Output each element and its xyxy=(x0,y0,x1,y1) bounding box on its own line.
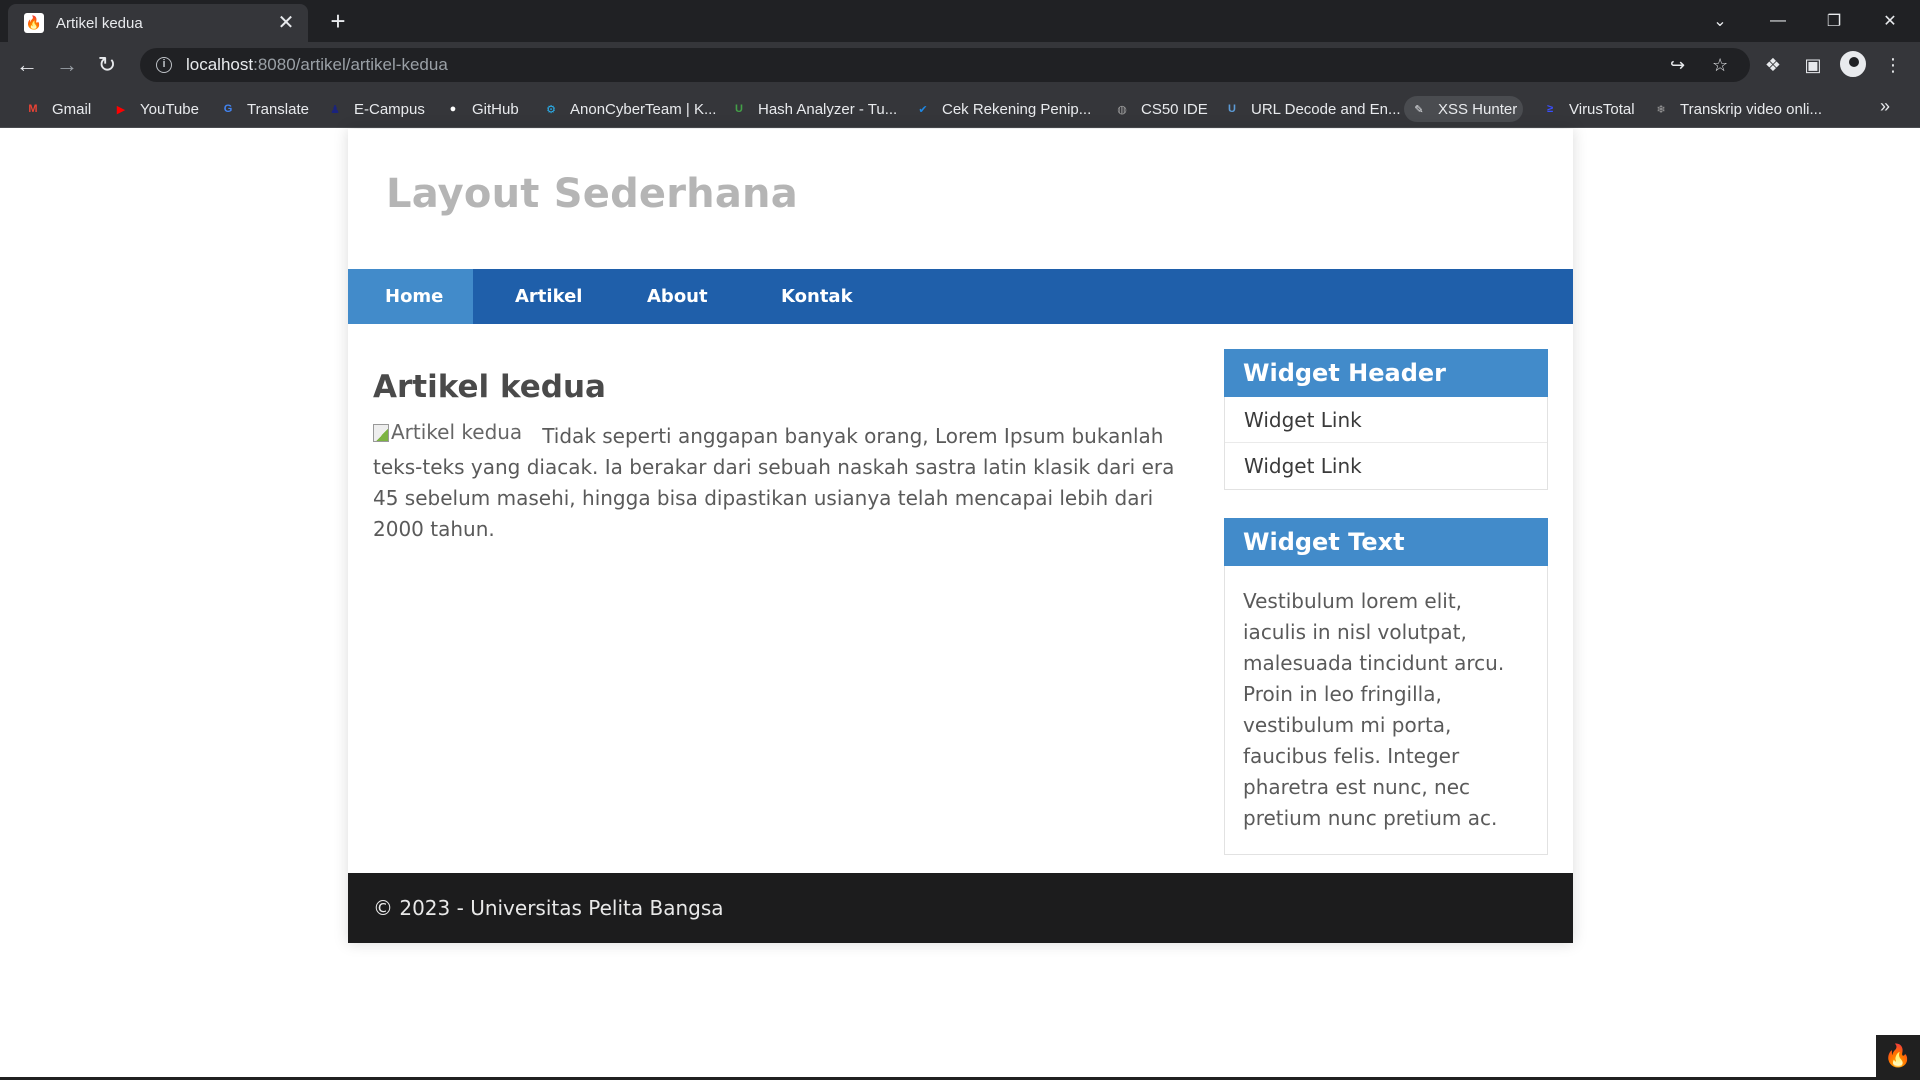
minimize-button[interactable]: — xyxy=(1750,0,1806,42)
bookmark-label: Hash Analyzer - Tu... xyxy=(758,100,898,118)
bookmark-label: Cek Rekening Penip... xyxy=(942,100,1092,118)
bookmark-virustotal[interactable]: ≥ VirusTotal xyxy=(1535,96,1641,122)
bookmark-label: Gmail xyxy=(52,100,92,118)
address-bar[interactable]: i localhost:8080/artikel/artikel-kedua ↪… xyxy=(140,48,1750,82)
broken-image-icon xyxy=(373,423,389,442)
bookmark-label: GitHub xyxy=(472,100,519,118)
main-nav: Home Artikel About Kontak xyxy=(348,269,1573,324)
menu-kebab-icon[interactable]: ⋮ xyxy=(1880,52,1906,78)
page-viewport: Layout Sederhana Home Artikel About Kont… xyxy=(0,129,1920,1080)
forward-button[interactable]: → xyxy=(52,50,82,80)
browser-tab[interactable]: 🔥 Artikel kedua ✕ xyxy=(8,4,308,42)
bookmark-gmail[interactable]: M Gmail xyxy=(18,96,97,122)
bookmarks-bar: M Gmail ▶ YouTube G Translate ♟ E-Campus ● GitHub… xyxy=(0,88,1920,128)
url-host: localhost xyxy=(186,55,254,74)
cs50-icon: ◍ xyxy=(1117,103,1127,116)
profile-avatar[interactable] xyxy=(1840,51,1866,77)
ecampus-icon: ♟ xyxy=(330,103,340,116)
new-tab-button[interactable]: + xyxy=(322,6,354,38)
hash-analyzer-icon: U xyxy=(735,103,743,115)
bookmark-label: XSS Hunter xyxy=(1438,100,1518,118)
widget-text: Widget Text Vestibulum lorem elit, iacul… xyxy=(1224,518,1548,855)
tab-title: Artikel kedua xyxy=(56,14,143,32)
reload-button[interactable]: ↻ xyxy=(92,50,122,80)
nav-kontak[interactable]: Kontak xyxy=(749,269,889,324)
youtube-icon: ▶ xyxy=(116,103,126,116)
browser-toolbar: ← → ↻ i localhost:8080/artikel/artikel-k… xyxy=(0,42,1920,88)
side-panel-icon[interactable]: ▣ xyxy=(1800,52,1826,78)
close-tab-button[interactable]: ✕ xyxy=(274,13,298,33)
bookmark-transkrip[interactable]: ❄ Transkrip video onli... xyxy=(1646,96,1828,122)
site-info-icon[interactable]: i xyxy=(156,57,172,73)
github-icon: ● xyxy=(449,103,457,115)
bookmark-star-icon[interactable]: ☆ xyxy=(1712,55,1728,76)
url-text[interactable]: localhost:8080/artikel/artikel-kedua xyxy=(186,55,448,75)
article-section: Artikel kedua Artikel kedua Tidak sepert… xyxy=(373,349,1183,545)
widget-link[interactable]: Widget Link xyxy=(1225,443,1547,489)
widget-links: Widget Header Widget Link Widget Link xyxy=(1224,349,1548,490)
site-footer: © 2023 - Universitas Pelita Bangsa xyxy=(348,873,1573,943)
close-window-button[interactable]: ✕ xyxy=(1862,0,1918,42)
tab-strip: 🔥 Artikel kedua ✕ + ⌄ — ❐ ✕ xyxy=(0,0,1920,42)
site-header: Layout Sederhana xyxy=(348,129,1573,269)
tab-search-chevron-icon[interactable]: ⌄ xyxy=(1692,0,1748,42)
extensions-puzzle-icon[interactable]: ❖ xyxy=(1760,52,1786,78)
anoncyberteam-icon: ⚙ xyxy=(546,103,556,116)
article-image: Artikel kedua xyxy=(373,417,522,448)
cek-rekening-icon: ✔ xyxy=(918,103,928,116)
widget-text-body: Vestibulum lorem elit, iaculis in nisl v… xyxy=(1243,589,1505,830)
bookmark-url-decode[interactable]: U URL Decode and En... xyxy=(1217,96,1407,122)
bookmark-github[interactable]: ● GitHub xyxy=(438,96,525,122)
url-decode-icon: U xyxy=(1228,103,1236,115)
nav-about[interactable]: About xyxy=(615,269,749,324)
article-body: Artikel kedua Tidak seperti anggapan ban… xyxy=(373,420,1183,545)
widget-link[interactable]: Widget Link xyxy=(1225,397,1547,443)
translate-icon: G xyxy=(223,103,233,115)
bookmark-xss-hunter[interactable]: ✎ XSS Hunter xyxy=(1404,96,1524,122)
bookmark-youtube[interactable]: ▶ YouTube xyxy=(106,96,205,122)
bookmark-cs50[interactable]: ◍ CS50 IDE xyxy=(1107,96,1214,122)
bookmark-label: Translate xyxy=(247,100,309,118)
site-title: Layout Sederhana xyxy=(386,171,798,217)
codeigniter-debug-toolbar-icon[interactable]: 🔥 xyxy=(1876,1035,1920,1077)
bookmark-label: VirusTotal xyxy=(1569,100,1635,118)
nav-home[interactable]: Home xyxy=(348,269,473,324)
nav-artikel[interactable]: Artikel xyxy=(473,269,615,324)
restore-button[interactable]: ❐ xyxy=(1806,0,1862,42)
url-path: :8080/artikel/artikel-kedua xyxy=(253,55,448,74)
article-title: Artikel kedua xyxy=(373,369,606,405)
widget-header-title: Widget Header xyxy=(1224,349,1548,397)
bookmark-label: AnonCyberTeam | K... xyxy=(570,100,717,118)
bookmark-label: CS50 IDE xyxy=(1141,100,1208,118)
article-image-alt: Artikel kedua xyxy=(391,420,523,444)
page-container: Layout Sederhana Home Artikel About Kont… xyxy=(348,129,1573,943)
bookmark-label: YouTube xyxy=(140,100,199,118)
widget-text-title: Widget Text xyxy=(1224,518,1548,566)
bookmark-label: Transkrip video onli... xyxy=(1680,100,1823,118)
codeigniter-flame-icon: 🔥 xyxy=(24,13,44,33)
bookmark-translate[interactable]: G Translate xyxy=(213,96,315,122)
sidebar: Widget Header Widget Link Widget Link Wi… xyxy=(1224,349,1548,883)
xss-hunter-icon: ✎ xyxy=(1414,103,1424,116)
virustotal-icon: ≥ xyxy=(1546,103,1554,115)
gmail-icon: M xyxy=(28,103,38,115)
more-bookmarks-chevron-icon[interactable]: » xyxy=(1880,96,1890,117)
bookmark-cek-rekening[interactable]: ✔ Cek Rekening Penip... xyxy=(908,96,1097,122)
bookmark-label: E-Campus xyxy=(354,100,425,118)
bookmark-label: URL Decode and En... xyxy=(1251,100,1401,118)
bookmark-hash-analyzer[interactable]: U Hash Analyzer - Tu... xyxy=(724,96,903,122)
bookmark-anoncyberteam[interactable]: ⚙ AnonCyberTeam | K... xyxy=(536,96,722,122)
back-button[interactable]: ← xyxy=(12,50,42,80)
bookmark-ecampus[interactable]: ♟ E-Campus xyxy=(320,96,431,122)
transkrip-icon: ❄ xyxy=(1656,103,1666,116)
share-icon[interactable]: ↪ xyxy=(1670,55,1685,76)
